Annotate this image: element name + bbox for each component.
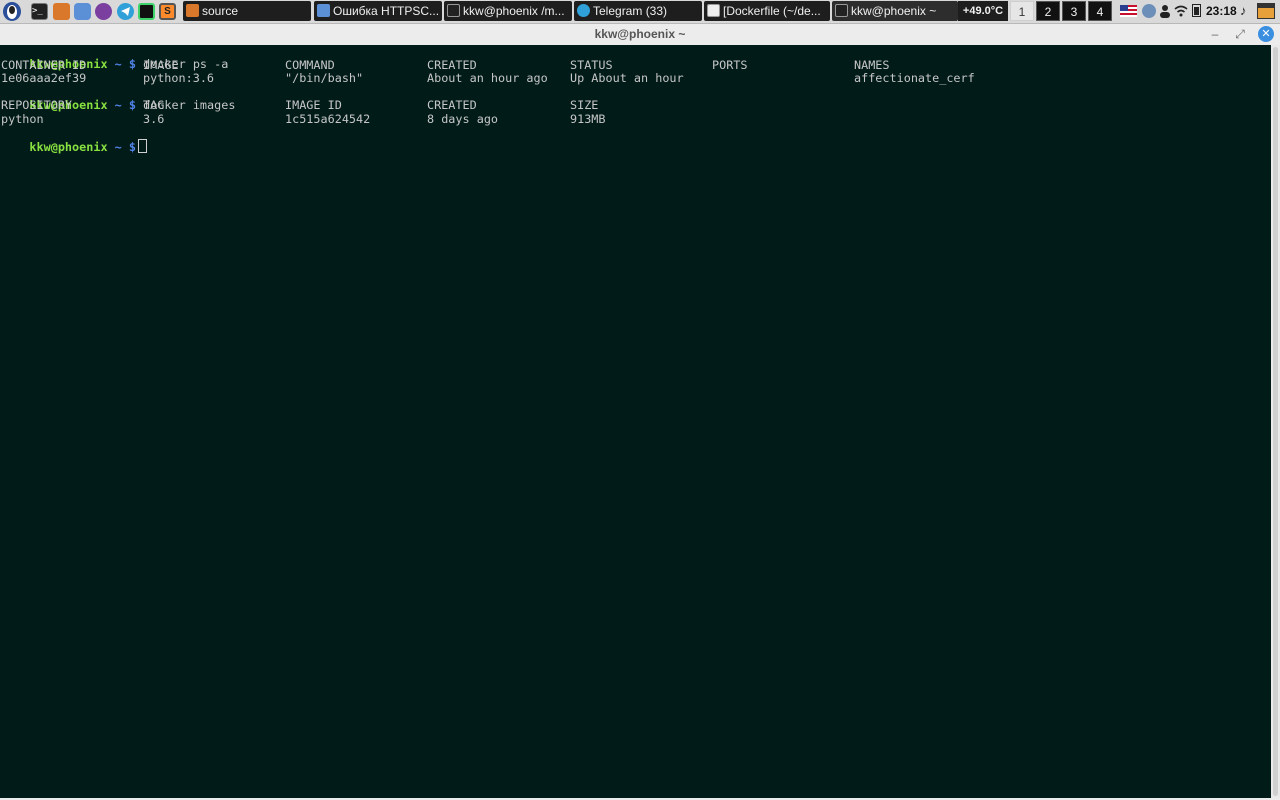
images-cell: 913MB (570, 112, 606, 126)
maximize-button[interactable]: ⤢ (1232, 26, 1248, 42)
ps-header-cell: PORTS (712, 58, 748, 72)
images-header-cell: IMAGE ID (285, 98, 342, 112)
task-terminal-m[interactable]: kkw@phoenix /m... (444, 1, 572, 21)
menu-icon[interactable] (3, 2, 21, 21)
images-data-row: python 3.6 1c515a624542 8 days ago 913MB (1, 113, 1271, 126)
task-label: Ошибка HTTPSC... (333, 4, 440, 18)
terminal-area[interactable]: kkw@phoenix ~ $ docker ps -a CONTAINER I… (0, 45, 1280, 798)
ps-cell: "/bin/bash" (285, 71, 364, 85)
images-header-cell: REPOSITORY (1, 98, 73, 112)
task-terminal-home[interactable]: kkw@phoenix ~ (832, 1, 958, 21)
prompt-symbol: $ (128, 140, 136, 154)
network-icon[interactable] (1142, 4, 1156, 18)
task-label: Telegram (33) (593, 4, 668, 18)
ps-cell: About an hour ago (427, 71, 548, 85)
terminal-icon (835, 4, 848, 17)
pycharm-icon[interactable] (138, 3, 155, 20)
minimize-button[interactable]: – (1207, 26, 1223, 42)
task-label: kkw@phoenix ~ (851, 4, 937, 18)
images-cell: 1c515a624542 (285, 112, 371, 126)
music-icon[interactable]: ♪ (1240, 4, 1254, 18)
task-label: [Dockerfile (~/de... (723, 4, 821, 18)
telegram-icon[interactable] (117, 3, 134, 20)
taskbar: >_ S source Ошибка HTTPSC... kkw@phoenix… (0, 0, 1280, 24)
task-telegram[interactable]: Telegram (33) (574, 1, 702, 21)
workspace-2[interactable]: 2 (1036, 1, 1060, 21)
folder-icon (186, 4, 199, 17)
workspace-1[interactable]: 1 (1010, 1, 1034, 21)
tor-icon[interactable] (95, 3, 112, 20)
browser-icon (317, 4, 330, 17)
task-source[interactable]: source (183, 1, 311, 21)
scrollbar[interactable] (1271, 45, 1280, 798)
terminal-icon[interactable]: >_ (31, 3, 48, 20)
prompt-path: ~ (114, 140, 122, 154)
sublime-icon[interactable]: S (159, 3, 176, 20)
task-label: source (202, 4, 239, 18)
ps-cell: Up About an hour (570, 71, 684, 85)
close-button[interactable]: ✕ (1258, 26, 1274, 42)
images-cell: 3.6 (143, 112, 165, 126)
wifi-icon[interactable] (1174, 4, 1188, 18)
terminal-icon (447, 4, 460, 17)
clock[interactable]: 23:18 (1206, 0, 1237, 22)
task-label: kkw@phoenix /m... (463, 4, 565, 18)
images-header-cell: CREATED (427, 98, 477, 112)
workspace-4[interactable]: 4 (1088, 1, 1112, 21)
browser-icon[interactable] (74, 3, 91, 20)
task-dockerfile[interactable]: [Dockerfile (~/de... (704, 1, 830, 21)
workspace-3[interactable]: 3 (1062, 1, 1086, 21)
images-header-cell: TAG (143, 98, 165, 112)
task-browser[interactable]: Ошибка HTTPSC... (314, 1, 442, 21)
images-cell: 8 days ago (427, 112, 499, 126)
images-header-row: REPOSITORY TAG IMAGE ID CREATED SIZE (1, 99, 1271, 112)
battery-icon[interactable] (1192, 4, 1201, 17)
ps-data-row: 1e06aaa2ef39 python:3.6 "/bin/bash" Abou… (1, 72, 1271, 85)
command-line: kkw@phoenix ~ $ docker ps -a (1, 45, 228, 71)
ps-cell: 1e06aaa2ef39 (1, 71, 87, 85)
user-icon[interactable] (1158, 4, 1172, 18)
images-header-cell: SIZE (570, 98, 599, 112)
ps-cell: python:3.6 (143, 71, 215, 85)
temperature-readout: +49.0°C (958, 1, 1008, 21)
editor-icon (707, 4, 720, 17)
current-prompt-line[interactable]: kkw@phoenix ~ $ (1, 126, 147, 154)
window-titlebar[interactable]: kkw@phoenix ~ – ⤢ ✕ (0, 24, 1280, 45)
scrollbar-thumb[interactable] (1273, 47, 1278, 796)
prompt-user: kkw@phoenix (29, 140, 108, 154)
text-cursor (138, 139, 147, 153)
us-flag-icon[interactable] (1120, 5, 1137, 17)
window-title: kkw@phoenix ~ (594, 27, 686, 41)
images-cell: python (1, 112, 44, 126)
files-icon[interactable] (53, 3, 70, 20)
ps-cell: affectionate_cerf (854, 71, 975, 85)
telegram-icon (577, 4, 590, 17)
power-icon[interactable] (1257, 3, 1275, 19)
